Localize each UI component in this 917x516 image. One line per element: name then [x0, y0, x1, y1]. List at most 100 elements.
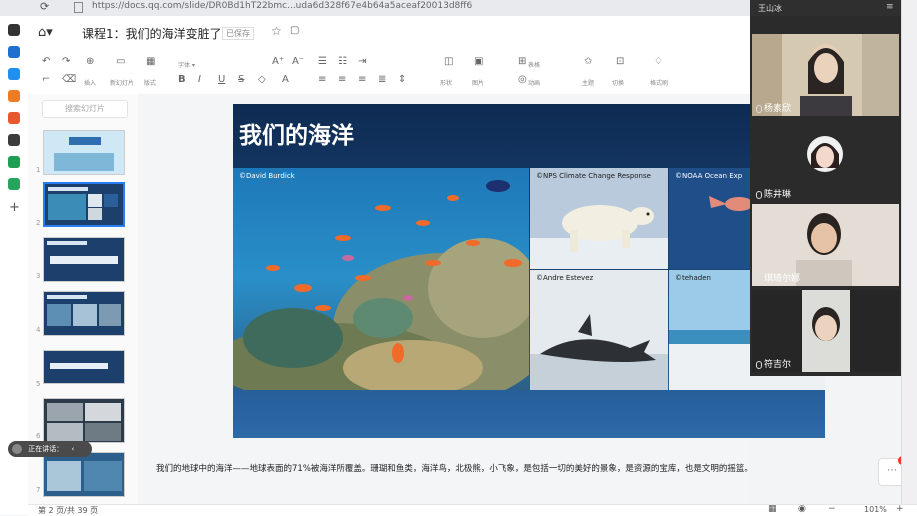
- font-size-down-icon[interactable]: A⁻: [292, 56, 304, 67]
- slide-icon[interactable]: [8, 90, 20, 102]
- speaking-label: 正在讲话：: [28, 445, 64, 453]
- slide-thumbnail[interactable]: [43, 291, 125, 336]
- image-icon[interactable]: ▣: [474, 56, 483, 67]
- indent-icon[interactable]: ⇥: [358, 56, 366, 67]
- animation-icon[interactable]: ◎: [518, 74, 527, 85]
- noaa-credit: ©NOAA Ocean Exp: [675, 172, 743, 180]
- mic-icon: [756, 190, 762, 199]
- polar-bear-photo[interactable]: ©NPS Climate Change Response: [530, 168, 668, 269]
- align-left-icon[interactable]: ≡: [318, 74, 326, 85]
- slide-thumbnail[interactable]: [43, 350, 125, 384]
- transition-icon[interactable]: ⊡: [616, 56, 624, 67]
- italic-icon[interactable]: I: [198, 74, 201, 85]
- status-bar: 第 2 页/共 39 页 ▦ ◉ − 101% +: [28, 504, 917, 516]
- url-text[interactable]: https://docs.qq.com/slide/DR0Bd1hT22bmc.…: [92, 1, 472, 11]
- zoom-in-icon[interactable]: +: [896, 504, 904, 514]
- zoom-out-icon[interactable]: −: [828, 504, 836, 514]
- doc-icon[interactable]: [8, 24, 20, 36]
- doc-title[interactable]: 课程1：我们的海洋变脏了: [82, 25, 222, 42]
- notes-text[interactable]: 我们的地球中的海洋——地球表面的71%被海洋所覆盖。珊瑚和鱼类，海洋鸟，北极熊，…: [156, 462, 753, 474]
- folder-icon[interactable]: ▢: [290, 25, 299, 36]
- video-tile[interactable]: 陈井琳: [752, 120, 899, 202]
- word-icon[interactable]: [8, 68, 20, 80]
- reef-credit: ©David Burdick: [239, 172, 295, 180]
- number-list-icon[interactable]: ☷: [338, 56, 347, 67]
- slide-search-input[interactable]: 搜索幻灯片: [42, 100, 128, 118]
- table-icon[interactable]: ⊞: [518, 56, 526, 67]
- thumb-number: 6: [36, 432, 41, 440]
- beach-credit: ©tehaden: [675, 274, 711, 282]
- slide-thumbnail[interactable]: [43, 398, 125, 443]
- undo-icon[interactable]: ↶: [42, 56, 50, 67]
- excel-icon[interactable]: [8, 156, 20, 168]
- new-slide-icon[interactable]: ▭: [116, 56, 125, 67]
- speaker-notes[interactable]: 我们的地球中的海洋——地球表面的71%被海洋所覆盖。珊瑚和鱼类，海洋鸟，北极熊，…: [138, 456, 753, 482]
- right-side-strip: [901, 0, 917, 504]
- speaking-indicator: 正在讲话： ‹: [8, 441, 92, 457]
- save-status-badge: 已保存: [222, 27, 254, 40]
- insert-icon[interactable]: ⊕: [86, 56, 94, 67]
- justify-icon[interactable]: ≣: [378, 74, 386, 85]
- thumb-number: 3: [36, 272, 41, 280]
- sheet-icon[interactable]: [8, 46, 20, 58]
- paint-icon[interactable]: ⌐: [42, 74, 50, 85]
- pdf-icon[interactable]: [8, 112, 20, 124]
- slide[interactable]: 我们的海洋 ©David Burdick ©NPS Climate Change…: [233, 104, 825, 438]
- align-center-icon[interactable]: ≡: [338, 74, 346, 85]
- clear-format-icon[interactable]: ⌫: [62, 74, 76, 85]
- thumb-number: 5: [36, 380, 41, 388]
- shape-label: 形状: [440, 80, 453, 87]
- home-icon[interactable]: ⌂▾: [38, 25, 53, 40]
- present-icon[interactable]: ◉: [798, 504, 806, 514]
- whale-photo[interactable]: ©Andre Estevez: [530, 270, 668, 390]
- image-label: 图片: [472, 80, 485, 87]
- highlight-icon[interactable]: ◇: [258, 74, 266, 85]
- chevron-left-icon[interactable]: ‹: [71, 445, 74, 453]
- participant-name: 琪琦尔娜: [756, 271, 800, 284]
- font-color-icon[interactable]: A: [282, 74, 289, 85]
- polar-bear-image: [530, 168, 668, 269]
- strike-icon[interactable]: S: [238, 74, 244, 85]
- mic-icon: [756, 360, 762, 369]
- shape-icon[interactable]: ◫: [444, 56, 453, 67]
- layout-icon[interactable]: ▦: [146, 56, 155, 67]
- doc-header: ⌂▾ 课程1：我们的海洋变脏了 已保存 ☆ ▢: [28, 16, 750, 51]
- slide-thumbnail[interactable]: [43, 237, 125, 282]
- refresh-icon[interactable]: ⟳: [40, 0, 49, 13]
- more-icon[interactable]: ≡: [886, 2, 894, 12]
- slide-thumbnail[interactable]: [43, 130, 125, 175]
- video-tile[interactable]: 符吉尔: [752, 290, 899, 372]
- thumb-number: 7: [36, 486, 41, 494]
- thumb-number: 1: [36, 166, 41, 174]
- font-size-up-icon[interactable]: A⁺: [272, 56, 284, 67]
- form-icon[interactable]: [8, 134, 20, 146]
- add-icon[interactable]: +: [9, 200, 20, 215]
- format-painter-icon[interactable]: ♢: [654, 56, 663, 67]
- grid-view-icon[interactable]: ▦: [768, 504, 777, 514]
- mic-icon: [756, 274, 762, 283]
- video-tile[interactable]: 杨素欣: [752, 34, 899, 116]
- bold-icon[interactable]: B: [178, 74, 186, 85]
- font-select[interactable]: 字体 ▾: [178, 60, 195, 69]
- line-spacing-icon[interactable]: ⇕: [398, 74, 406, 85]
- coral-reef-photo[interactable]: ©David Burdick: [233, 168, 529, 390]
- page-indicator: 第 2 页/共 39 页: [38, 506, 99, 515]
- slide-title[interactable]: 我们的海洋: [239, 116, 354, 150]
- participant-name: 杨素欣: [756, 101, 791, 114]
- video-tile[interactable]: 琪琦尔娜: [752, 204, 899, 286]
- video-panel-header: 王山冰 ≡: [750, 0, 901, 16]
- mind-icon[interactable]: [8, 178, 20, 190]
- star-icon[interactable]: ☆: [271, 24, 282, 38]
- slide-thumbnail[interactable]: [43, 452, 125, 497]
- bullet-list-icon[interactable]: ☰: [318, 56, 327, 67]
- animation-label: 动画: [528, 80, 541, 87]
- speaker-icon: [12, 444, 22, 454]
- align-right-icon[interactable]: ≡: [358, 74, 366, 85]
- underline-icon[interactable]: U: [218, 74, 225, 85]
- new-slide-label: 新幻灯片: [110, 80, 135, 87]
- coral-reef-image: [233, 168, 529, 390]
- slide-thumbnail[interactable]: [43, 182, 125, 227]
- theme-icon[interactable]: ✩: [584, 56, 592, 67]
- zoom-level[interactable]: 101%: [864, 505, 887, 514]
- redo-icon[interactable]: ↷: [62, 56, 70, 67]
